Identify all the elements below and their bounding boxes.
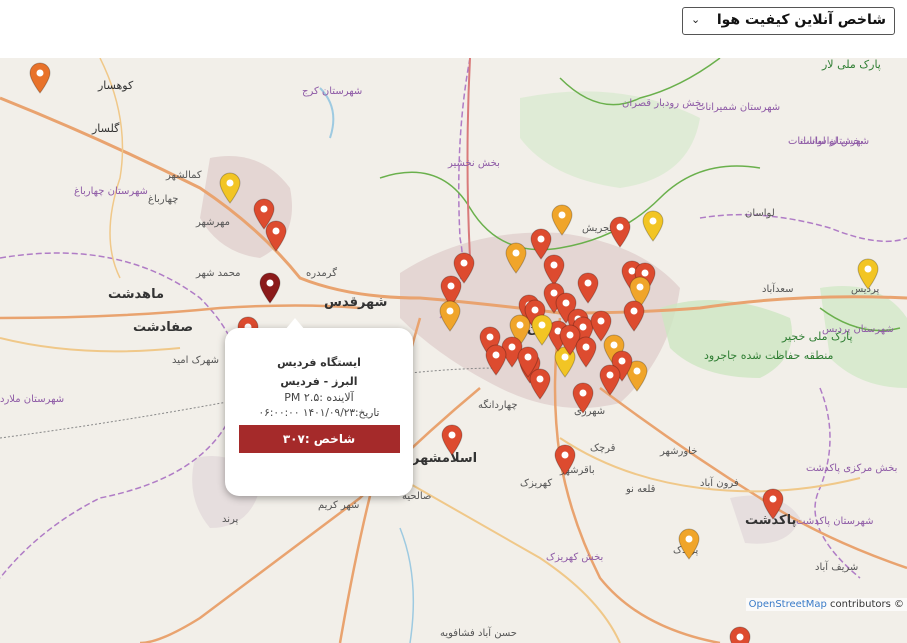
label-qarchak: قرچک xyxy=(590,443,616,454)
station-marker[interactable] xyxy=(572,382,594,414)
label-tajrish: تجریش xyxy=(582,223,613,234)
label-chaharbagh: چهارباغ xyxy=(148,194,179,205)
chevron-down-icon: ⌄ xyxy=(691,13,701,26)
label-park-lar: پارک ملی لار xyxy=(822,58,881,71)
osm-link[interactable]: OpenStreetMap xyxy=(749,599,827,610)
label-bakhsh-nakhshir: بخش نخشیر xyxy=(448,158,500,169)
label-safadasht: صفادشت xyxy=(133,320,194,335)
label-shahrestan-malard: شهرستان ملارد xyxy=(0,394,65,405)
station-marker[interactable] xyxy=(265,220,287,252)
label-hasanabad: حسن آباد فشافویه xyxy=(440,628,517,639)
label-bakhsh-rudbar: بخش رودبار قصران xyxy=(622,98,705,109)
station-marker[interactable] xyxy=(517,346,539,378)
label-bakhsh-markazi: بخش مرکزی پاکدشت xyxy=(806,463,898,474)
popup-aqi-badge: شاخص :۳۰۷ xyxy=(238,425,400,453)
label-shahr-amid: شهرک امید xyxy=(172,355,220,366)
station-marker[interactable] xyxy=(857,258,879,290)
top-bar: شاخص آنلاین کیفیت هوا ⌄ xyxy=(0,0,907,46)
label-bakhsh-lavasanat: بخش لواسانات xyxy=(800,136,863,147)
station-marker[interactable] xyxy=(599,364,621,396)
station-marker[interactable] xyxy=(623,300,645,332)
label-jajrood: منطقه حفاظت شده جاجرود xyxy=(704,349,834,362)
popup-date: تاریخ:۱۴۰۱/۰۹/۲۳ ۰۶:۰۰:۰۰ xyxy=(258,407,380,419)
station-marker[interactable] xyxy=(762,488,784,520)
attribution-suffix: contributors xyxy=(830,599,891,610)
label-mohammadshahr: محمد شهر xyxy=(196,268,241,279)
label-mehrshahr: مهرشهر xyxy=(196,217,230,228)
label-kamalshahr: کمالشهر xyxy=(166,170,202,181)
station-marker[interactable] xyxy=(554,444,576,476)
station-marker[interactable] xyxy=(642,210,664,242)
label-shahrestan-shemiranat: شهرستان شمیرانات xyxy=(696,102,781,113)
map-attribution: OpenStreetMap contributors © xyxy=(745,598,907,611)
popup-station-name: ایستگاه فردیس xyxy=(277,356,361,369)
label-shahrestan-pakdasht: شهرستان پاکدشت xyxy=(796,516,874,527)
station-marker[interactable] xyxy=(609,216,631,248)
label-parand: پرند xyxy=(222,514,239,525)
station-marker[interactable] xyxy=(551,204,573,236)
index-selector-dropdown[interactable]: شاخص آنلاین کیفیت هوا ⌄ xyxy=(682,7,895,35)
label-sharifabad: شریف آباد xyxy=(815,562,859,573)
popup-pollutant: آلاینده :PM ۲.۵ xyxy=(284,391,354,404)
station-marker[interactable] xyxy=(531,314,553,346)
label-park-khojir: پارک ملی خجیر xyxy=(782,330,853,343)
copyright-symbol: © xyxy=(894,599,904,610)
label-shahr-qods: شهرقدس xyxy=(324,295,388,310)
label-shahrestan-chaharbagh: شهرستان چهارباغ xyxy=(74,186,148,197)
index-selector-value: شاخص آنلاین کیفیت هوا xyxy=(716,12,886,28)
station-marker[interactable] xyxy=(219,172,241,204)
station-marker[interactable] xyxy=(505,242,527,274)
label-kousar: کوهسار xyxy=(98,79,134,92)
station-marker[interactable] xyxy=(678,528,700,560)
station-marker[interactable] xyxy=(439,300,461,332)
label-chahardangeh: چهاردانگه xyxy=(478,400,518,411)
station-marker[interactable] xyxy=(29,62,51,94)
label-shahr-karim: شهر کریم xyxy=(318,500,360,511)
station-popup: ایستگاه فردیس البرز - فردیس آلاینده :PM … xyxy=(225,318,413,496)
label-qalenow: قلعه نو xyxy=(626,484,656,495)
label-mahdasht: ماهدشت xyxy=(108,287,164,302)
label-lavasan: لواسان xyxy=(745,208,775,219)
station-marker[interactable] xyxy=(259,272,281,304)
station-marker[interactable] xyxy=(577,272,599,304)
label-khavarshahr: خاورشهر xyxy=(660,446,698,457)
popup-region: البرز - فردیس xyxy=(280,375,358,388)
station-marker[interactable] xyxy=(485,344,507,376)
station-marker[interactable] xyxy=(729,626,751,643)
label-bakhsh-kahrizak: بخش کهریزک xyxy=(546,552,604,563)
air-quality-map[interactable]: تهران شهرقدس ماهدشت صفادشت اسلامشهر پاکد… xyxy=(0,58,907,643)
label-saeedabad: سعدآباد xyxy=(762,284,794,295)
label-kahrizak: کهریزک xyxy=(520,478,553,489)
label-gardane: گرمدره xyxy=(306,268,337,279)
station-marker[interactable] xyxy=(575,336,597,368)
label-golsar: گلسار xyxy=(92,122,120,135)
station-marker[interactable] xyxy=(441,424,463,456)
label-shahrestan-karaj: شهرستان کرج xyxy=(302,86,363,97)
label-farun-abad: فرون آباد xyxy=(700,478,739,489)
